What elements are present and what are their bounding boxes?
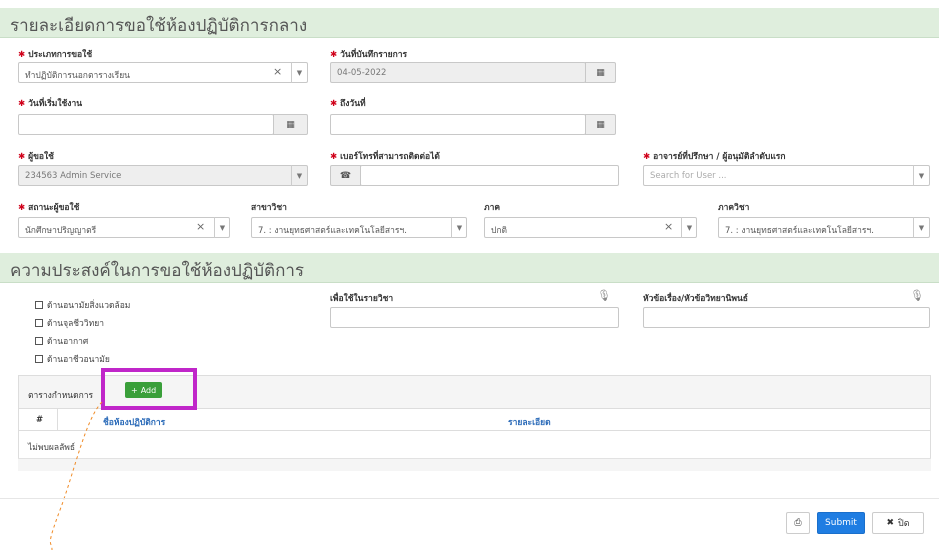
chevron-down-icon[interactable]: ▼ <box>214 217 230 238</box>
section-title-purpose: ความประสงค์ในการขอใช้ห้องปฏิบัติการ <box>10 261 305 281</box>
chevron-down-icon[interactable]: ▼ <box>913 165 929 186</box>
submit-button[interactable]: Submit <box>817 512 865 534</box>
checkbox-environment-health[interactable]: ด้านอนามัยสิ่งแวดล้อม <box>35 298 130 312</box>
calendar-icon[interactable]: ▦ <box>585 114 616 135</box>
printer-icon: ⎙ <box>794 518 802 528</box>
course-label: เพื่อใช้ในรายวิชา <box>330 294 394 304</box>
request-type-value: ทำปฏิบัติการนอกตารางเรียน <box>25 71 130 81</box>
requester-select: 234563 Admin Service <box>18 165 308 186</box>
program-value: 7. : งานยุทธศาสตร์และเทคโนโลยีสารฯ. <box>258 226 407 236</box>
course-input[interactable] <box>330 307 619 328</box>
calendar-icon[interactable]: ▦ <box>273 114 308 135</box>
clear-icon[interactable]: × <box>273 65 282 78</box>
section-header-details: รายละเอียดการขอใช้ห้องปฏิบัติการกลาง <box>0 8 939 38</box>
thesis-label: หัวข้อเรื่อง/หัวข้อวิทยานิพนธ์ <box>643 294 748 304</box>
checkbox-air[interactable]: ด้านอากาศ <box>35 334 88 348</box>
term-value: ปกติ <box>491 226 508 236</box>
start-date-label: ✱ วันที่เริ่มใช้งาน <box>18 99 83 109</box>
close-icon: ✖ <box>886 518 894 528</box>
checkbox-occupational-health[interactable]: ด้านอาชีวอนามัย <box>35 352 110 366</box>
thesis-input[interactable] <box>643 307 930 328</box>
record-date-value: 04-05-2022 <box>337 68 387 78</box>
advisor-placeholder: Search for User ... <box>650 171 727 181</box>
end-date-input[interactable] <box>330 114 586 135</box>
start-date-input[interactable] <box>18 114 274 135</box>
term-label: ภาค <box>484 203 501 213</box>
column-header-detail[interactable]: รายละเอียด <box>508 415 551 429</box>
microphone-icon[interactable]: 🎙 <box>597 289 611 302</box>
checkbox[interactable] <box>35 355 43 363</box>
footer-divider <box>0 498 939 499</box>
chevron-down-icon[interactable]: ▼ <box>913 217 929 238</box>
record-date-label: ✱ วันที่บันทึกรายการ <box>330 50 408 60</box>
request-type-label: ✱ ประเภทการขอใช้ <box>18 50 93 60</box>
checkbox[interactable] <box>35 319 43 327</box>
checkbox[interactable] <box>35 337 43 345</box>
checkbox[interactable] <box>35 301 43 309</box>
request-type-select[interactable]: ทำปฏิบัติการนอกตารางเรียน <box>18 62 308 83</box>
advisor-label: ✱ อาจารย์ที่ปรึกษา / ผู้อนุมัติลำดับแรก <box>643 152 786 162</box>
status-value: นักศึกษาปริญญาตรี <box>25 226 97 236</box>
record-date-input: 04-05-2022 <box>330 62 586 83</box>
advisor-select[interactable]: Search for User ... <box>643 165 930 186</box>
checkbox-microbiology[interactable]: ด้านจุลชีววิทยา <box>35 316 104 330</box>
microphone-icon[interactable]: 🎙 <box>910 289 924 302</box>
department-value: 7. : งานยุทธศาสตร์และเทคโนโลยีสารฯ. <box>725 226 874 236</box>
program-label: สาขาวิชา <box>251 203 287 213</box>
print-button[interactable]: ⎙ <box>786 512 810 534</box>
chevron-down-icon[interactable]: ▼ <box>451 217 467 238</box>
clear-icon[interactable]: × <box>196 220 205 233</box>
clear-icon[interactable]: × <box>664 220 673 233</box>
section-header-purpose: ความประสงค์ในการขอใช้ห้องปฏิบัติการ <box>0 253 939 283</box>
department-label: ภาควิชา <box>718 203 750 213</box>
status-label: ✱ สถานะผู้ขอใช้ <box>18 203 80 213</box>
end-date-label: ✱ ถึงวันที่ <box>330 99 366 109</box>
department-select[interactable]: 7. : งานยุทธศาสตร์และเทคโนโลยีสารฯ. <box>718 217 930 238</box>
annotation-arrow <box>49 401 103 550</box>
highlight-box <box>101 368 197 410</box>
phone-label: ✱ เบอร์โทรที่สามารถติดต่อได้ <box>330 152 440 162</box>
calendar-icon[interactable]: ▦ <box>585 62 616 83</box>
section-title-details: รายละเอียดการขอใช้ห้องปฏิบัติการกลาง <box>10 16 308 36</box>
table-divider <box>18 430 931 431</box>
requester-label: ✱ ผู้ขอใช้ <box>18 152 54 162</box>
column-header-room[interactable]: ชื่อห้องปฏิบัติการ <box>103 415 165 429</box>
requester-value: 234563 Admin Service <box>25 171 122 181</box>
close-button[interactable]: ✖ ปิด <box>872 512 924 534</box>
program-select[interactable]: 7. : งานยุทธศาสตร์และเทคโนโลยีสารฯ. <box>251 217 467 238</box>
chevron-down-icon[interactable]: ▼ <box>291 62 307 83</box>
chevron-down-icon: ▼ <box>291 165 307 186</box>
phone-input[interactable] <box>360 165 619 186</box>
table-footer <box>18 458 931 471</box>
chevron-down-icon[interactable]: ▼ <box>681 217 697 238</box>
phone-icon: ☎ <box>330 165 361 186</box>
